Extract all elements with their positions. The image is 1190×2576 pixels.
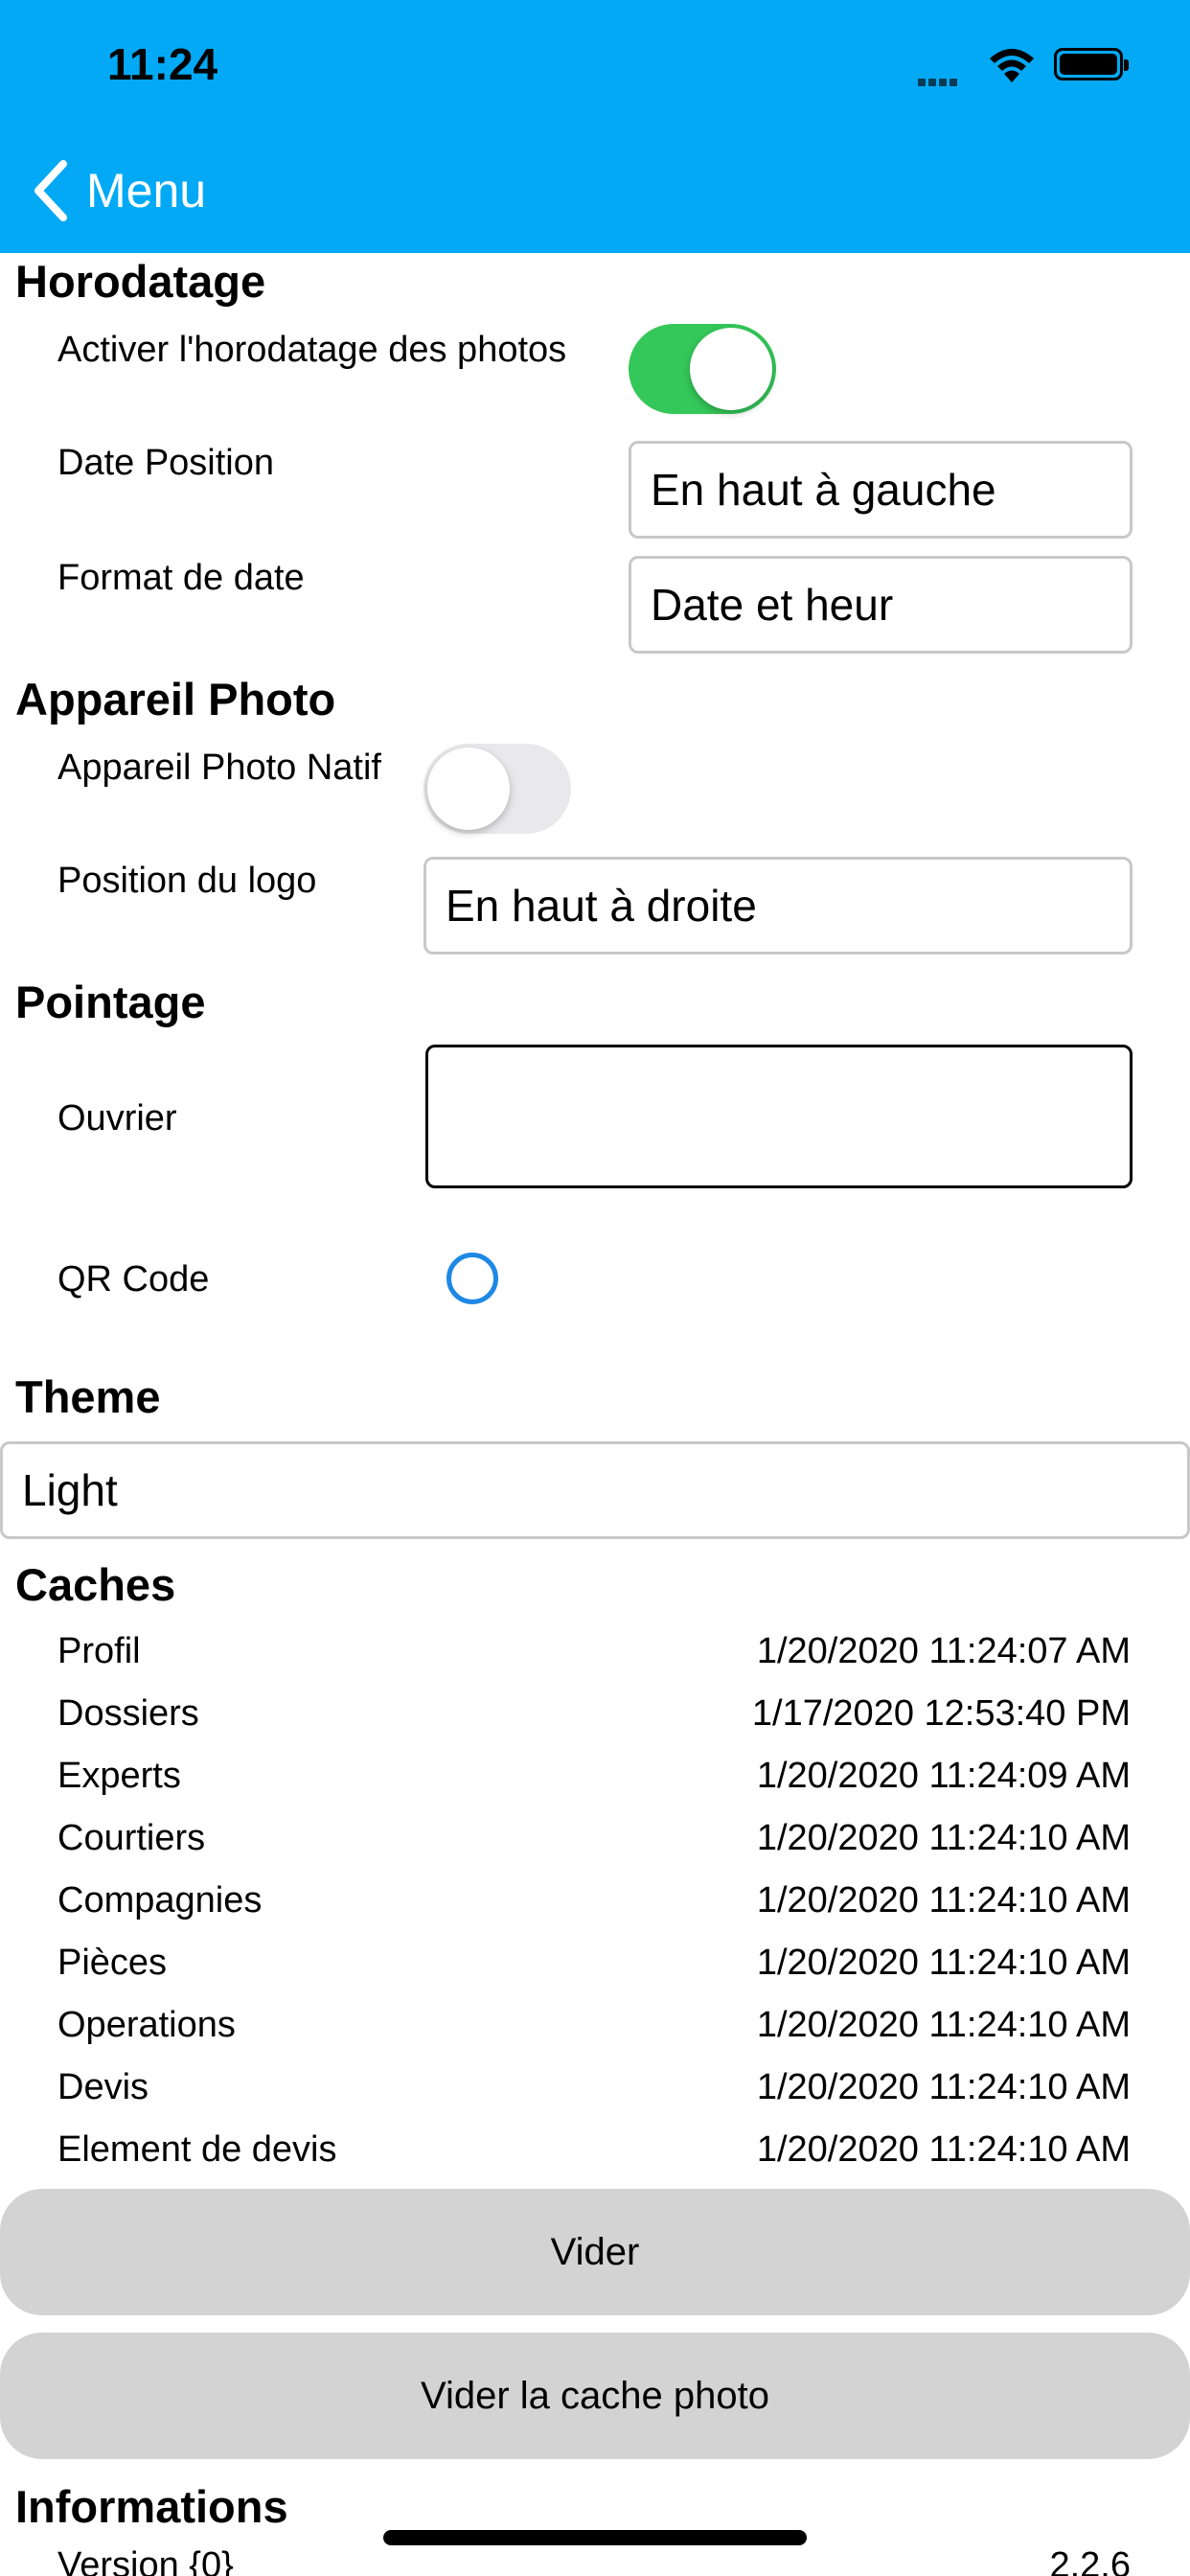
worker-label: Ouvrier xyxy=(57,1098,177,1138)
cache-timestamp: 1/20/2020 11:24:10 AM xyxy=(756,2005,1131,2045)
worker-field[interactable] xyxy=(425,1045,1133,1188)
qr-code-radio[interactable] xyxy=(446,1253,498,1304)
navigation-header: 11:24 Menu xyxy=(0,0,1190,253)
back-button[interactable]: Menu xyxy=(33,157,206,224)
cache-label: Pièces xyxy=(57,1943,168,1983)
cellular-signal-icon xyxy=(918,69,960,86)
logo-position-picker[interactable]: En haut à droite xyxy=(423,857,1133,954)
cache-label: Courtiers xyxy=(57,1818,206,1858)
native-camera-label: Appareil Photo Natif xyxy=(57,748,381,788)
section-title-informations: Informations xyxy=(15,2481,288,2532)
version-label: Version {0} xyxy=(57,2545,234,2576)
date-position-label: Date Position xyxy=(57,443,275,483)
back-label: Menu xyxy=(86,164,207,218)
cache-label: Compagnies xyxy=(57,1880,263,1920)
chevron-left-icon xyxy=(34,160,67,221)
cache-timestamp: 1/20/2020 11:24:09 AM xyxy=(756,1756,1131,1796)
date-format-label: Format de date xyxy=(57,558,305,598)
theme-picker[interactable]: Light xyxy=(0,1441,1190,1539)
clear-cache-button[interactable]: Vider xyxy=(0,2189,1190,2315)
logo-position-label: Position du logo xyxy=(57,861,317,901)
cache-timestamp: 1/20/2020 11:24:07 AM xyxy=(756,1631,1131,1671)
section-title-pointage: Pointage xyxy=(15,977,206,1027)
home-indicator xyxy=(383,2530,807,2545)
section-title-horodatage: Horodatage xyxy=(15,256,266,307)
activate-timestamp-label: Activer l'horodatage des photos xyxy=(57,330,567,370)
qr-code-label: QR Code xyxy=(57,1259,210,1300)
section-title-caches: Caches xyxy=(15,1559,176,1610)
cache-label: Operations xyxy=(57,2005,236,2045)
battery-icon xyxy=(1054,48,1129,80)
cache-timestamp: 1/17/2020 12:53:40 PM xyxy=(751,1693,1131,1734)
activate-timestamp-toggle[interactable] xyxy=(629,324,776,414)
wifi-icon xyxy=(990,49,1034,82)
cache-label: Devis xyxy=(57,2067,149,2107)
status-time: 11:24 xyxy=(107,39,218,89)
cache-label: Profil xyxy=(57,1631,141,1671)
cache-label: Experts xyxy=(57,1756,181,1796)
cache-timestamp: 1/20/2020 11:24:10 AM xyxy=(756,2129,1131,2170)
cache-label: Element de devis xyxy=(57,2129,337,2170)
cache-label: Dossiers xyxy=(57,1693,199,1734)
clear-photo-cache-button[interactable]: Vider la cache photo xyxy=(0,2333,1190,2459)
cache-timestamp: 1/20/2020 11:24:10 AM xyxy=(756,1818,1131,1858)
native-camera-toggle[interactable] xyxy=(423,744,571,834)
cache-timestamp: 1/20/2020 11:24:10 AM xyxy=(756,2067,1131,2107)
section-title-camera: Appareil Photo xyxy=(15,674,336,724)
date-position-picker[interactable]: En haut à gauche xyxy=(629,441,1133,539)
version-value: 2.2.6 xyxy=(1049,2545,1131,2576)
date-format-picker[interactable]: Date et heur xyxy=(629,556,1133,654)
cache-timestamp: 1/20/2020 11:24:10 AM xyxy=(756,1943,1131,1983)
cache-timestamp: 1/20/2020 11:24:10 AM xyxy=(756,1880,1131,1920)
section-title-theme: Theme xyxy=(15,1371,161,1422)
